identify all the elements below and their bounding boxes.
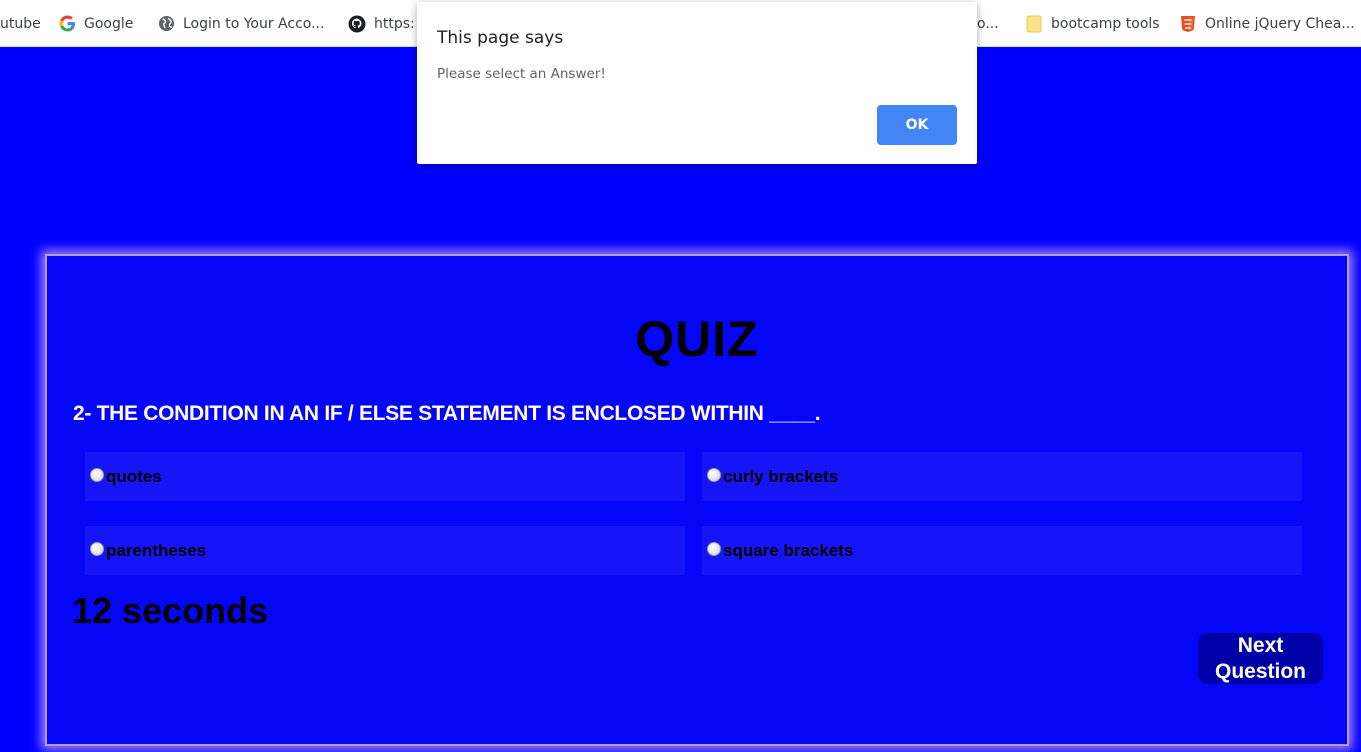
- bookmark-bootcamp-tools[interactable]: bootcamp tools: [1025, 0, 1160, 46]
- answer-option-quotes[interactable]: quotes: [85, 452, 685, 501]
- bookmark-login[interactable]: Login to Your Acco...: [157, 0, 325, 46]
- answer-option-curly-brackets[interactable]: curly brackets: [702, 452, 1302, 501]
- bookmark-truncated[interactable]: o...: [977, 0, 999, 46]
- html5-icon: [1179, 15, 1197, 33]
- radio-button[interactable]: [707, 541, 721, 556]
- radio-button[interactable]: [707, 467, 721, 482]
- radio-button[interactable]: [90, 541, 104, 556]
- answer-option-square-brackets[interactable]: square brackets: [702, 526, 1302, 575]
- answer-label: quotes: [106, 466, 162, 486]
- bookmark-label: bootcamp tools: [1051, 15, 1160, 32]
- globe-icon: [157, 15, 175, 33]
- bookmark-github[interactable]: https:: [348, 0, 415, 46]
- bookmark-label: https:: [374, 15, 415, 32]
- github-icon: [348, 15, 366, 33]
- answer-label: parentheses: [106, 540, 207, 560]
- bookmark-youtube[interactable]: utube: [0, 0, 41, 46]
- bookmark-google[interactable]: Google: [58, 0, 134, 46]
- timer-text: 12 seconds: [72, 590, 269, 631]
- bookmark-label: utube: [0, 15, 41, 32]
- answer-label: curly brackets: [723, 466, 839, 486]
- alert-dialog: This page says Please select an Answer! …: [417, 2, 977, 164]
- bookmark-jquery-cheatsheet[interactable]: Online jQuery Chea...: [1179, 0, 1355, 46]
- dialog-message: Please select an Answer!: [437, 66, 606, 82]
- radio-button[interactable]: [90, 467, 104, 482]
- bookmark-label: o...: [977, 15, 999, 32]
- quiz-card: QUIZ 2- THE CONDITION IN AN IF / ELSE ST…: [45, 254, 1349, 746]
- bookmark-label: Login to Your Acco...: [183, 15, 325, 32]
- folder-icon: [1025, 15, 1043, 33]
- bookmark-label: Google: [84, 15, 134, 32]
- dialog-title: This page says: [437, 28, 564, 48]
- question-text: 2- THE CONDITION IN AN IF / ELSE STATEME…: [73, 402, 821, 425]
- quiz-title: QUIZ: [635, 311, 759, 367]
- google-icon: [58, 15, 76, 33]
- bookmark-label: Online jQuery Chea...: [1205, 15, 1355, 32]
- next-question-button[interactable]: Next Question: [1198, 633, 1323, 684]
- ok-button[interactable]: OK: [877, 105, 957, 145]
- answer-option-parentheses[interactable]: parentheses: [85, 526, 685, 575]
- answer-label: square brackets: [723, 540, 854, 560]
